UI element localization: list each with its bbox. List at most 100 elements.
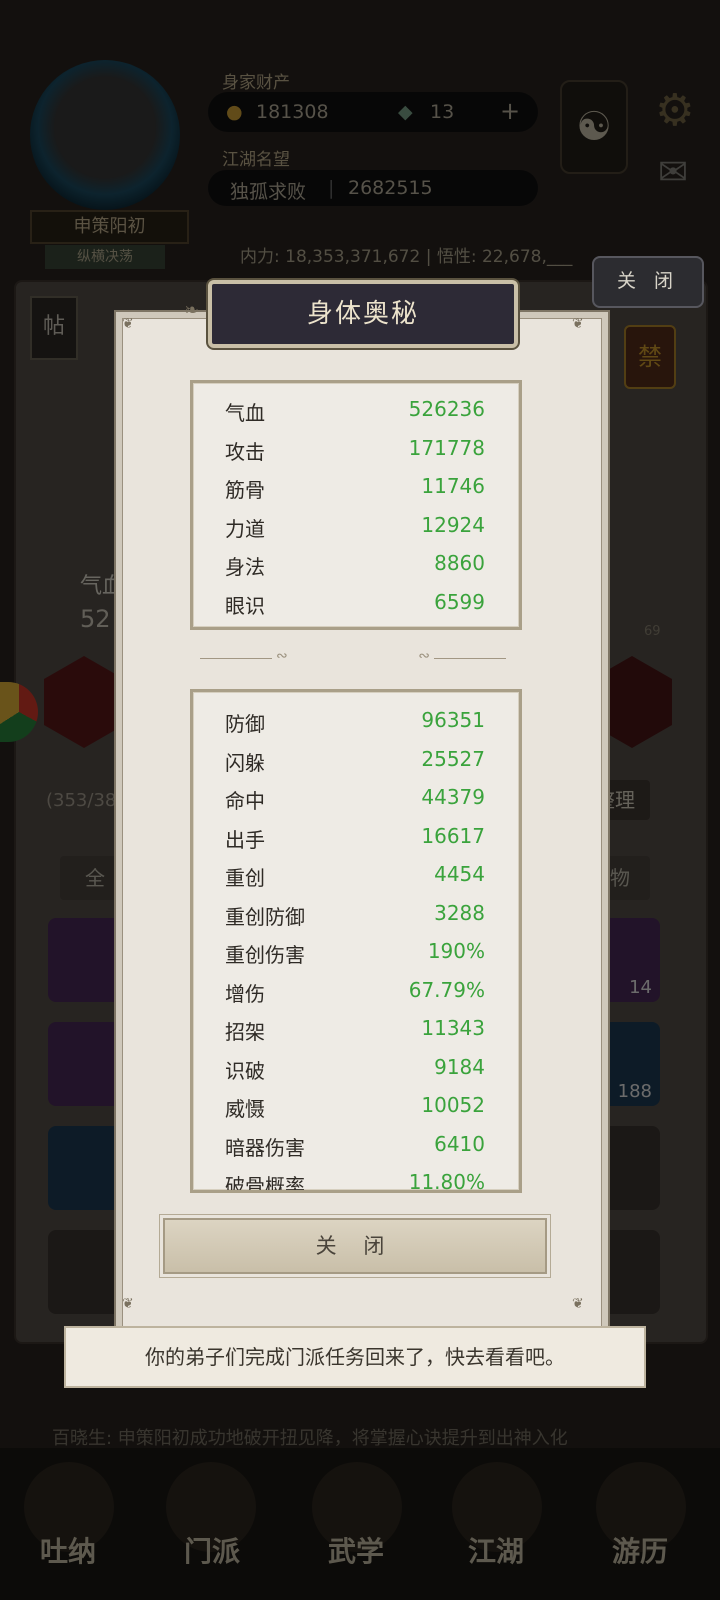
stat-value: 3288 [434,900,485,925]
nav-wuxue[interactable]: 武学 [316,1530,396,1570]
stat-row: 识破 9184 [193,1047,519,1086]
corner-ornament: ❦ [572,1296,584,1312]
stat-name: 重创伤害 [225,943,305,967]
stat-value: 171778 [408,435,485,460]
fame-value: 2682515 [348,177,433,199]
slot-count: 188 [617,1081,652,1102]
stat-value: 12924 [421,512,485,537]
badge-number: 69 [644,624,661,639]
player-title: 纵横决荡 [45,245,165,269]
stat-name: 破骨概率 [225,1174,305,1193]
stat-row: 防御 96351 [193,700,519,739]
player-name: 申策阳初 [30,210,189,244]
corner-ornament: ❦ [122,316,134,332]
stat-row: 增伤 67.79% [193,970,519,1009]
news-ticker: 百晓生: 申策阳初成功地破开扭见降，将掌握心诀提升到出神入化 [52,1428,568,1449]
stat-name: 攻击 [225,439,265,464]
secondary-stats-list[interactable]: 防御 96351 闪躲 25527 命中 44379 出手 16617 重创 4454 重创防御 32… [193,692,519,1193]
stat-value: 25527 [421,746,485,771]
stat-row: 重创防御 3288 [193,893,519,932]
stat-row: 威慑 10052 [193,1085,519,1124]
jade-icon: ◆ [398,101,413,123]
corner-ornament: ❦ [572,316,584,332]
stat-row: 攻击 171778 [193,428,519,467]
coin-amount: 181308 [256,101,329,123]
qi-value-partial: 52 [80,605,111,633]
stat-name: 筋骨 [225,478,265,502]
stat-name: 出手 [225,827,265,852]
add-currency-button[interactable]: + [500,97,520,125]
stat-name: 增伤 [225,981,265,1006]
stat-value: 190% [427,939,485,963]
corner-ornament: ❦ [122,1296,134,1312]
stat-value: 16617 [421,823,485,848]
coin-icon: ● [226,101,243,123]
stat-name: 眼识 [225,593,265,618]
stat-value: 10052 [421,1093,485,1117]
slot-count: 14 [629,977,652,998]
fame-divider: | [328,177,335,199]
stat-name: 重创防御 [225,904,305,929]
nav-youli[interactable]: 游历 [600,1530,680,1570]
player-avatar[interactable] [30,60,180,210]
stat-name: 防御 [225,712,265,736]
stat-value: 9184 [434,1054,485,1079]
title-ornament-left: ❧ [184,300,200,321]
stat-value: 44379 [421,785,485,809]
nav-menpai[interactable]: 门派 [172,1530,252,1570]
yinyang-icon[interactable]: ☯ [560,80,628,174]
gear-icon[interactable]: ⚙ [655,85,694,136]
stat-row: 破骨概率 11.80% [193,1162,519,1193]
power-stats: 内力: 18,353,371,672 | 悟性: 22,678,___ [240,247,573,267]
inventory-count: (353/38 [46,790,117,811]
stat-row: 力道 12924 [193,505,519,544]
nav-tuna[interactable]: 吐纳 [28,1530,108,1570]
close-button-top[interactable]: 关 闭 [592,256,704,308]
stat-value: 526236 [408,397,485,421]
stat-name: 闪躲 [225,750,265,775]
resource-bar: ● 181308 ◆ 13 + [208,92,538,132]
stat-value: 6410 [434,1131,485,1156]
tie-badge[interactable]: 帖 [30,296,78,360]
stat-value: 4454 [434,862,485,886]
stat-name: 识破 [225,1058,265,1083]
stat-row: 重创 4454 [193,854,519,893]
stat-row: 眼识 6599 [193,582,519,621]
wealth-label: 身家财产 [222,73,290,93]
stat-row: 招架 11343 [193,1008,519,1047]
stat-row: 重创伤害 190% [193,931,519,970]
jade-amount: 13 [430,101,455,123]
stat-row: 闪躲 25527 [193,739,519,778]
secondary-stats-box[interactable]: 防御 96351 闪躲 25527 命中 44379 出手 16617 重创 4454 重创防御 32… [190,689,522,1193]
stat-value: 11746 [421,474,485,498]
stat-name: 招架 [225,1020,265,1044]
stat-name: 气血 [225,401,265,425]
modal-close-button[interactable]: 关 闭 [163,1218,547,1274]
modal-title: 身体奥秘 [306,299,419,329]
primary-stats-box: 气血 526236 攻击 171778 筋骨 11746 力道 12924 身法 8860 眼识 65… [190,380,522,630]
toast-notification: 你的弟子们完成门派任务回来了，快去看看吧。 [64,1326,646,1388]
stat-row: 气血 526236 [193,389,519,428]
mail-icon[interactable]: ✉ [658,152,688,193]
stat-name: 暗器伤害 [225,1135,305,1160]
modal-title-plate: 身体奥秘 [208,280,518,348]
stat-value: 11343 [421,1016,485,1040]
fame-title: 独孤求败 [230,181,307,203]
primary-stats-list: 气血 526236 攻击 171778 筋骨 11746 力道 12924 身法 8860 眼识 65… [193,383,519,620]
stat-name: 力道 [225,516,265,541]
stat-name: 威慑 [225,1097,265,1121]
stat-row: 筋骨 11746 [193,466,519,505]
stat-name: 命中 [225,789,265,813]
nav-jianghu[interactable]: 江湖 [456,1530,536,1570]
fame-bar: 独孤求败 | 2682515 [208,170,538,206]
stat-row: 出手 16617 [193,816,519,855]
stat-row: 身法 8860 [193,543,519,582]
section-divider: ∾ ∾ [200,648,506,666]
stat-row: 暗器伤害 6410 [193,1124,519,1163]
forbid-badge[interactable]: 禁 [624,325,676,389]
stat-value: 11.80% [408,1170,485,1193]
stat-value: 67.79% [408,977,485,1002]
stat-value: 8860 [434,551,485,575]
fame-label: 江湖名望 [222,150,290,170]
stat-name: 重创 [225,866,265,890]
